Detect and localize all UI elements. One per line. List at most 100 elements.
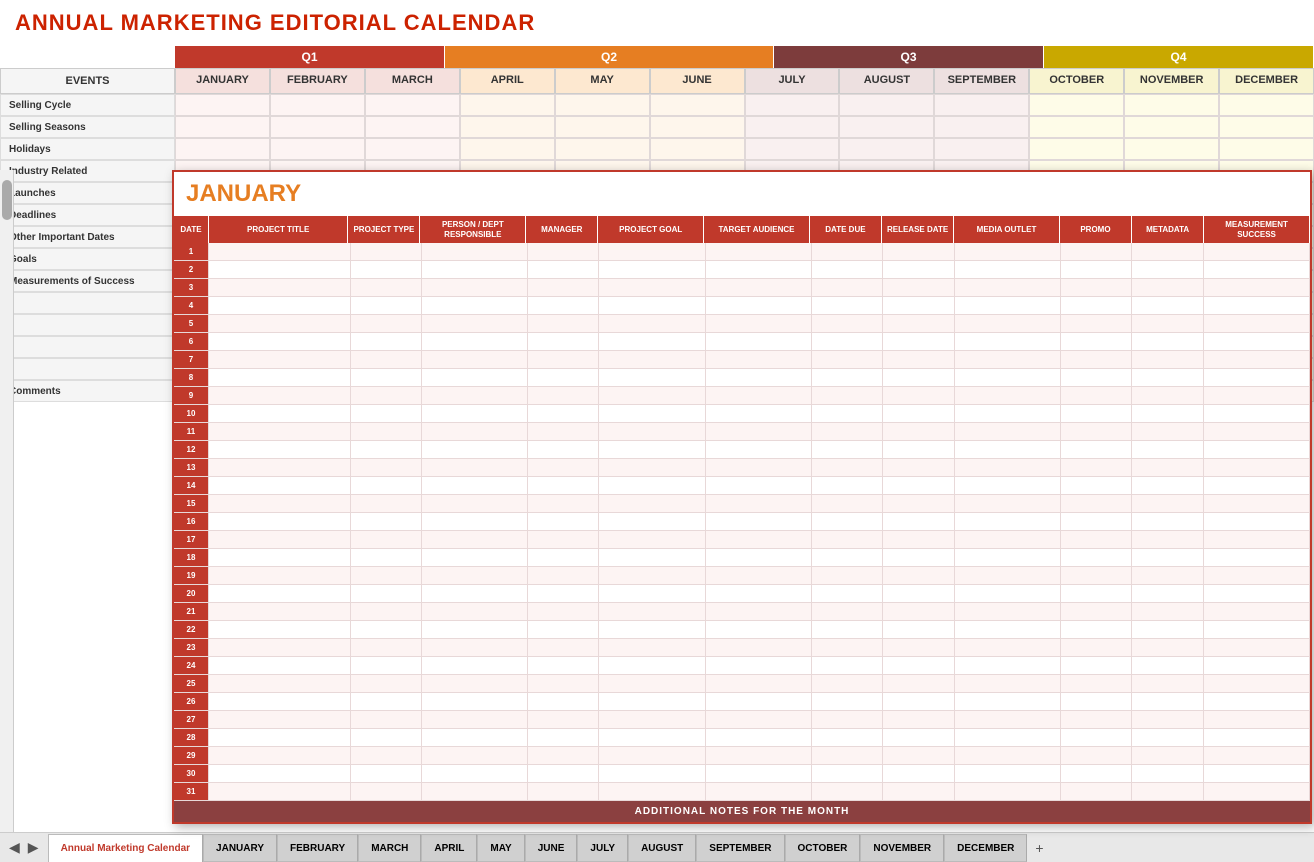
jan-data-cell[interactable] [1061,531,1132,549]
jan-data-cell[interactable] [1204,675,1310,693]
event-cell[interactable] [934,116,1029,138]
jan-data-cell[interactable] [528,495,599,513]
jan-data-cell[interactable] [528,585,599,603]
jan-data-cell[interactable] [812,351,883,369]
jan-data-cell[interactable] [351,441,422,459]
tab-december[interactable]: DECEMBER [944,834,1027,862]
jan-data-cell[interactable] [812,621,883,639]
jan-data-cell[interactable] [599,477,705,495]
jan-data-cell[interactable] [209,747,351,765]
jan-data-cell[interactable] [528,261,599,279]
jan-data-cell[interactable] [1204,261,1310,279]
jan-data-cell[interactable] [599,297,705,315]
jan-data-cell[interactable] [883,423,954,441]
jan-data-cell[interactable] [209,333,351,351]
jan-data-cell[interactable] [955,459,1061,477]
jan-data-cell[interactable] [599,243,705,261]
jan-data-cell[interactable] [351,243,422,261]
jan-data-cell[interactable] [1061,495,1132,513]
tab-june[interactable]: JUNE [525,834,578,862]
jan-data-cell[interactable] [528,459,599,477]
jan-data-cell[interactable] [1061,657,1132,675]
event-cell[interactable] [460,116,555,138]
jan-data-cell[interactable] [209,477,351,495]
jan-data-cell[interactable] [883,459,954,477]
jan-data-cell[interactable] [955,315,1061,333]
jan-data-cell[interactable] [883,765,954,783]
jan-data-cell[interactable] [883,405,954,423]
jan-data-cell[interactable] [812,441,883,459]
jan-data-cell[interactable] [599,441,705,459]
jan-data-cell[interactable] [422,351,528,369]
jan-data-cell[interactable] [1132,297,1203,315]
jan-data-cell[interactable] [209,729,351,747]
jan-data-cell[interactable] [1204,351,1310,369]
tab-january[interactable]: JANUARY [203,834,277,862]
jan-data-cell[interactable] [1204,315,1310,333]
jan-data-cell[interactable] [1132,765,1203,783]
jan-data-cell[interactable] [422,441,528,459]
jan-data-cell[interactable] [1061,243,1132,261]
jan-data-cell[interactable] [883,351,954,369]
jan-data-cell[interactable] [351,783,422,801]
jan-data-cell[interactable] [1204,495,1310,513]
jan-data-cell[interactable] [812,423,883,441]
event-cell[interactable] [1219,94,1314,116]
event-cell[interactable] [1219,138,1314,160]
jan-data-cell[interactable] [1061,477,1132,495]
jan-data-cell[interactable] [351,513,422,531]
jan-data-cell[interactable] [812,459,883,477]
jan-data-cell[interactable] [1132,693,1203,711]
jan-data-cell[interactable] [955,477,1061,495]
tab-november[interactable]: NOVEMBER [860,834,944,862]
jan-data-cell[interactable] [422,729,528,747]
jan-data-cell[interactable] [812,315,883,333]
jan-data-cell[interactable] [351,585,422,603]
jan-data-cell[interactable] [351,387,422,405]
jan-data-cell[interactable] [955,711,1061,729]
jan-data-cell[interactable] [706,567,812,585]
jan-data-cell[interactable] [422,765,528,783]
jan-data-cell[interactable] [528,369,599,387]
jan-data-cell[interactable] [209,297,351,315]
jan-data-cell[interactable] [209,351,351,369]
event-cell[interactable] [555,138,650,160]
jan-data-cell[interactable] [706,369,812,387]
jan-data-cell[interactable] [706,243,812,261]
jan-data-cell[interactable] [955,603,1061,621]
jan-data-cell[interactable] [422,459,528,477]
add-tab-btn[interactable]: + [1027,838,1051,858]
event-cell[interactable] [650,138,745,160]
tab-february[interactable]: FEBRUARY [277,834,358,862]
jan-data-cell[interactable] [883,513,954,531]
jan-data-cell[interactable] [1132,315,1203,333]
jan-data-cell[interactable] [812,333,883,351]
jan-data-cell[interactable] [599,279,705,297]
jan-data-cell[interactable] [812,261,883,279]
jan-data-cell[interactable] [706,351,812,369]
jan-data-cell[interactable] [1204,693,1310,711]
jan-data-cell[interactable] [812,639,883,657]
jan-data-cell[interactable] [351,639,422,657]
event-cell[interactable] [555,116,650,138]
jan-data-cell[interactable] [706,513,812,531]
jan-data-cell[interactable] [1132,729,1203,747]
jan-data-cell[interactable] [1061,567,1132,585]
jan-data-cell[interactable] [883,711,954,729]
jan-data-cell[interactable] [209,603,351,621]
jan-data-cell[interactable] [812,657,883,675]
jan-data-cell[interactable] [209,423,351,441]
jan-data-cell[interactable] [209,441,351,459]
jan-data-cell[interactable] [883,369,954,387]
jan-data-cell[interactable] [1061,621,1132,639]
jan-data-cell[interactable] [422,567,528,585]
jan-data-cell[interactable] [209,621,351,639]
jan-data-cell[interactable] [528,729,599,747]
jan-data-cell[interactable] [1061,603,1132,621]
jan-data-cell[interactable] [1132,261,1203,279]
jan-data-cell[interactable] [883,243,954,261]
jan-data-cell[interactable] [1204,459,1310,477]
event-cell[interactable] [934,138,1029,160]
jan-data-cell[interactable] [706,747,812,765]
jan-data-cell[interactable] [1061,765,1132,783]
